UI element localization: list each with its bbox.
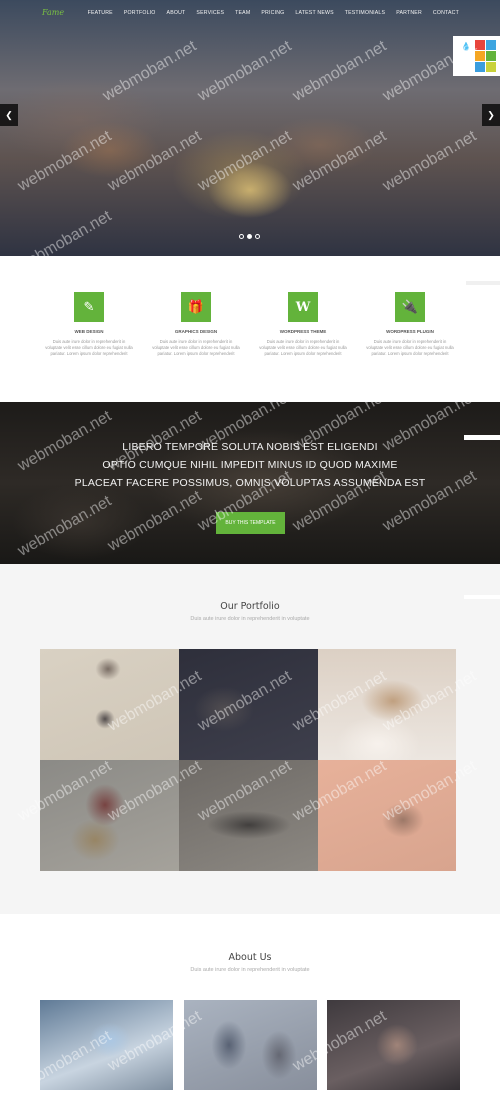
service-text: Duis aute irure dolor in reprehenderit i… <box>152 339 240 356</box>
portfolio-item[interactable] <box>40 760 179 871</box>
wordpress-icon: W <box>288 292 318 322</box>
color-swatch-blue[interactable] <box>486 40 496 50</box>
about-image <box>184 1000 317 1090</box>
service-title: GRAPHICS DESIGN <box>174 329 218 334</box>
menu-item-team[interactable]: TEAM <box>235 10 250 16</box>
top-navigation: Fame FEATURE PORTFOLIO ABOUT SERVICES TE… <box>0 0 500 26</box>
menu-item-partner[interactable]: PARTNER <box>396 10 422 16</box>
menu-item-portfolio[interactable]: PORTFOLIO <box>124 10 156 16</box>
service-web-design: ✎ WEB DESIGN Duis aute irure dolor in re… <box>39 292 139 357</box>
menu-item-about[interactable]: ABOUT <box>167 10 186 16</box>
menu-item-services[interactable]: SERVICES <box>196 10 224 16</box>
service-wordpress-theme: W WORDPRESS THEME Duis aute irure dolor … <box>253 292 353 357</box>
service-wordpress-plugin: 🔌 WORDPRESS PLUGIN Duis aute irure dolor… <box>360 292 460 357</box>
chevron-left-icon: ❮ <box>5 109 13 120</box>
droplet-icon[interactable]: 💧 <box>461 42 471 51</box>
site-logo[interactable]: Fame <box>42 8 64 17</box>
call-to-action-band: LIBERO TEMPORE SOLUTA NOBIS EST ELIGENDI… <box>0 402 500 564</box>
menu-item-contact[interactable]: CONTACT <box>433 10 459 16</box>
section-subtitle: Duis aute irure dolor in reprehenderit i… <box>190 967 310 973</box>
service-graphics-design: 🎁 GRAPHICS DESIGN Duis aute irure dolor … <box>146 292 246 357</box>
about-section: About Us Duis aute irure dolor in repreh… <box>0 914 500 1100</box>
service-title: WORDPRESS PLUGIN <box>386 329 434 334</box>
hero-slider: Fame FEATURE PORTFOLIO ABOUT SERVICES TE… <box>0 0 500 256</box>
section-title: About Us <box>228 952 272 963</box>
service-title: WORDPRESS THEME <box>279 329 327 334</box>
services-section: ✎ WEB DESIGN Duis aute irure dolor in re… <box>0 256 500 402</box>
portfolio-item[interactable] <box>40 649 179 760</box>
portfolio-grid <box>40 649 456 871</box>
slider-dot[interactable] <box>239 234 244 239</box>
slider-pagination <box>239 234 260 239</box>
service-text: Duis aute irure dolor in reprehenderit i… <box>259 339 347 356</box>
color-swatches <box>475 40 497 73</box>
slider-dot[interactable] <box>255 234 260 239</box>
style-switcher: 💧 <box>453 36 500 76</box>
about-image <box>327 1000 460 1090</box>
menu-item-latest-news[interactable]: LATEST NEWS <box>295 10 333 16</box>
about-image <box>40 1000 173 1090</box>
cta-line: PLACEAT FACERE POSSIMUS, OMNIS VOLUPTAS … <box>74 477 426 489</box>
portfolio-section: Our Portfolio Duis aute irure dolor in r… <box>0 564 500 914</box>
color-swatch-green[interactable] <box>486 51 496 61</box>
color-swatch-orange[interactable] <box>475 51 485 61</box>
pencil-icon: ✎ <box>74 292 104 322</box>
color-swatch-red[interactable] <box>475 40 485 50</box>
menu-item-feature[interactable]: FEATURE <box>88 10 113 16</box>
service-text: Duis aute irure dolor in reprehenderit i… <box>45 339 133 356</box>
section-subtitle: Duis aute irure dolor in reprehenderit i… <box>190 616 310 622</box>
menu-item-testimonials[interactable]: TESTIMONIALS <box>345 10 385 16</box>
portfolio-item[interactable] <box>179 760 318 871</box>
side-tab <box>464 435 500 440</box>
side-tab <box>464 595 500 599</box>
portfolio-item[interactable] <box>179 649 318 760</box>
buy-template-button[interactable]: BUY THIS TEMPLATE <box>216 512 285 534</box>
chevron-right-icon: ❯ <box>487 109 495 120</box>
cta-line: OPTIO CUMQUE NIHIL IMPEDIT MINUS ID QUOD… <box>102 459 398 471</box>
portfolio-item[interactable] <box>318 649 456 760</box>
portfolio-item[interactable] <box>318 760 456 871</box>
slider-prev-button[interactable]: ❮ <box>0 104 18 126</box>
side-tab <box>466 281 500 285</box>
slider-next-button[interactable]: ❯ <box>482 104 500 126</box>
main-menu: FEATURE PORTFOLIO ABOUT SERVICES TEAM PR… <box>77 10 459 16</box>
gift-icon: 🎁 <box>181 292 211 322</box>
color-swatch-sky[interactable] <box>475 62 485 72</box>
service-text: Duis aute irure dolor in reprehenderit i… <box>366 339 454 356</box>
cta-line: LIBERO TEMPORE SOLUTA NOBIS EST ELIGENDI <box>122 441 378 453</box>
service-title: WEB DESIGN <box>74 329 104 334</box>
slider-dot-active[interactable] <box>247 234 252 239</box>
color-swatch-lime[interactable] <box>486 62 496 72</box>
section-title: Our Portfolio <box>220 601 280 612</box>
menu-item-pricing[interactable]: PRICING <box>261 10 284 16</box>
plug-icon: 🔌 <box>395 292 425 322</box>
